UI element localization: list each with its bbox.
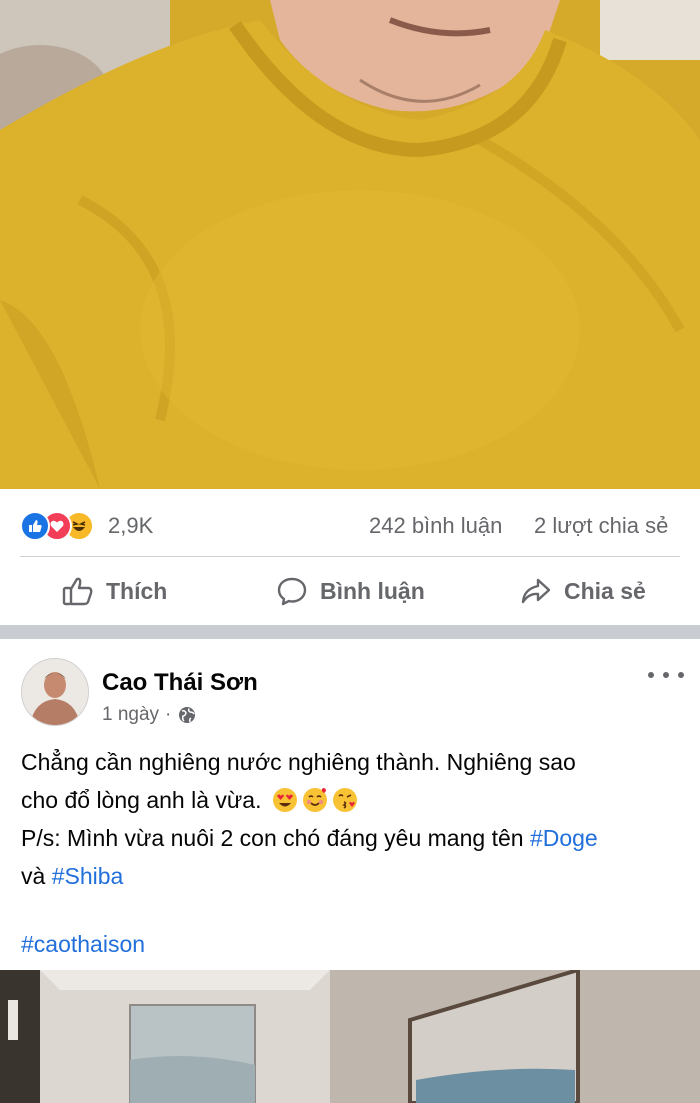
kissing-heart-emoji — [332, 786, 358, 812]
post-text-line: và #Shiba — [21, 857, 681, 895]
more-dot-icon — [648, 672, 654, 678]
post-separator — [0, 625, 700, 639]
post-text-line: #caothaison — [21, 925, 681, 963]
heart-eyes-emoji — [272, 786, 298, 812]
thumbs-up-icon — [62, 577, 93, 606]
reaction-count[interactable]: 2,9K — [108, 513, 153, 539]
post-meta: 1 ngày · — [102, 704, 197, 726]
more-dot-icon — [663, 672, 669, 678]
post-text-line: P/s: Mình vừa nuôi 2 con chó đáng yêu ma… — [21, 819, 681, 857]
post-text-line-content: P/s: Mình vừa nuôi 2 con chó đáng yêu ma… — [21, 825, 524, 851]
reaction-icons[interactable] — [20, 511, 106, 541]
post-time[interactable]: 1 ngày — [102, 704, 159, 726]
like-label: Thích — [106, 577, 168, 604]
post-photo-bottom[interactable] — [0, 970, 700, 1103]
share-button[interactable]: Chia sẻ — [520, 557, 646, 625]
more-options-button[interactable] — [648, 663, 684, 687]
like-icon — [20, 511, 50, 541]
globe-icon — [179, 707, 196, 723]
photo-illustration — [0, 0, 700, 489]
comment-bubble-icon — [277, 577, 307, 606]
comment-label: Bình luận — [320, 577, 425, 604]
share-count[interactable]: 2 lượt chia sẻ — [534, 513, 668, 539]
reactions-summary: 2,9K 242 bình luận 2 lượt chia sẻ — [0, 489, 700, 557]
post-text-line-content: cho đổ lòng anh là vừa. — [21, 787, 262, 813]
author-name[interactable]: Cao Thái Sơn — [102, 669, 258, 697]
post-photo-top[interactable] — [0, 0, 700, 489]
like-button[interactable]: Thích — [62, 557, 167, 625]
meta-separator: · — [165, 704, 172, 725]
text-spacer — [21, 895, 681, 925]
hashtag-link-caothaison[interactable]: #caothaison — [21, 931, 145, 957]
share-label: Chia sẻ — [564, 577, 646, 604]
avatar-photo — [22, 659, 88, 725]
post-card: Cao Thái Sơn 1 ngày · Chẳng cần nghiêng … — [0, 639, 700, 970]
hashtag-link-shiba[interactable]: #Shiba — [52, 863, 124, 889]
action-bar: Thích Bình luận Chia sẻ — [0, 557, 700, 625]
post-text-and: và — [21, 863, 46, 889]
post-text: Chẳng cần nghiêng nước nghiêng thành. Ng… — [21, 743, 681, 963]
share-arrow-icon — [521, 578, 551, 604]
hashtag-link-doge[interactable]: #Doge — [530, 825, 598, 851]
photo-illustration — [0, 970, 700, 1103]
smiling-hearts-emoji — [302, 786, 328, 812]
post-text-line: cho đổ lòng anh là vừa. — [21, 781, 681, 819]
avatar[interactable] — [21, 658, 89, 726]
comment-count[interactable]: 242 bình luận — [369, 513, 502, 539]
more-dot-icon — [678, 672, 684, 678]
comment-button[interactable]: Bình luận — [276, 557, 425, 625]
post-text-line: Chẳng cần nghiêng nước nghiêng thành. Ng… — [21, 749, 576, 775]
